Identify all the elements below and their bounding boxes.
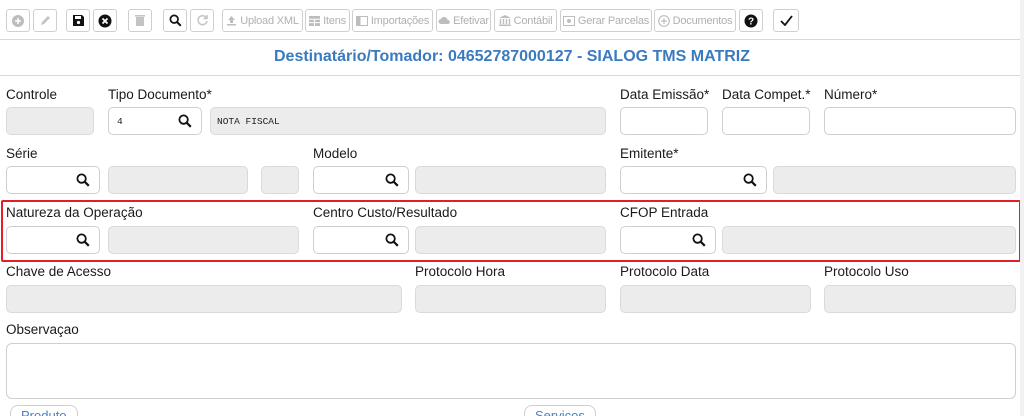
natureza-operacao-input[interactable] <box>6 226 100 254</box>
data-compet-input[interactable] <box>722 107 810 135</box>
efetivar-button[interactable]: Efetivar <box>436 9 491 32</box>
checkmark-icon <box>779 15 793 26</box>
modelo-description <box>415 166 606 194</box>
window-icon <box>355 15 368 26</box>
close-circle-icon <box>98 14 112 27</box>
refresh-icon <box>196 14 208 26</box>
bank-icon <box>498 15 511 26</box>
upload-xml-button[interactable]: Upload XML <box>222 9 303 32</box>
documentos-label: Documentos <box>672 14 733 27</box>
gerar-parcelas-button[interactable]: Gerar Parcelas <box>560 9 652 32</box>
confirm-button[interactable] <box>773 9 799 32</box>
importacoes-button[interactable]: Importações <box>352 9 433 32</box>
tipo-documento-description: NOTA FISCAL <box>210 107 606 135</box>
search-icon[interactable] <box>385 173 399 187</box>
importacoes-label: Importações <box>370 14 430 27</box>
cancel-button[interactable] <box>93 9 117 32</box>
protocolo-uso-field <box>824 285 1016 313</box>
controle-label: Controle <box>6 87 58 102</box>
cfop-entrada-description <box>722 226 1016 254</box>
serie-description <box>108 166 248 194</box>
search-icon[interactable] <box>178 114 192 128</box>
delete-button[interactable] <box>128 9 152 32</box>
tab-servicos[interactable]: Serviços <box>524 405 596 416</box>
emitente-input[interactable] <box>620 166 767 194</box>
save-icon <box>72 15 84 26</box>
centro-custo-description <box>415 226 606 254</box>
pencil-icon <box>40 16 50 25</box>
upload-xml-label: Upload XML <box>240 14 299 27</box>
add-icon <box>12 14 24 27</box>
search-icon[interactable] <box>76 173 90 187</box>
observacao-textarea[interactable] <box>6 343 1016 399</box>
plus-circle-icon <box>657 14 670 27</box>
upload-icon <box>227 16 237 26</box>
refresh-button[interactable] <box>190 9 214 32</box>
emitente-label: Emitente* <box>620 146 679 161</box>
protocolo-uso-label: Protocolo Uso <box>824 264 909 279</box>
controle-field <box>6 107 94 135</box>
centro-custo-input[interactable] <box>313 226 409 254</box>
search-icon[interactable] <box>76 233 90 247</box>
modelo-label: Modelo <box>313 146 358 161</box>
itens-button[interactable]: Itens <box>305 9 350 32</box>
contabil-button[interactable]: Contábil <box>494 9 557 32</box>
protocolo-hora-label: Protocolo Hora <box>415 264 506 279</box>
search-button[interactable] <box>163 9 187 32</box>
natureza-operacao-description <box>108 226 299 254</box>
page-title: Destinatário/Tomador: 04652787000127 - S… <box>274 48 750 65</box>
serie-input[interactable] <box>6 166 100 194</box>
search-icon <box>169 14 182 27</box>
tipo-documento-code: 4 <box>117 116 123 127</box>
money-icon <box>562 15 575 26</box>
search-icon[interactable] <box>692 233 706 247</box>
help-icon: ? <box>744 14 758 27</box>
data-emissao-input[interactable] <box>620 107 708 135</box>
serie-label: Série <box>6 146 38 161</box>
add-button[interactable] <box>6 9 30 32</box>
search-icon[interactable] <box>385 233 399 247</box>
contabil-label: Contábil <box>513 14 553 27</box>
tab-produto[interactable]: Produto <box>10 405 78 416</box>
search-icon[interactable] <box>743 173 757 187</box>
chave-acesso-label: Chave de Acesso <box>6 264 112 279</box>
tipo-documento-code-input[interactable]: 4 <box>108 107 202 135</box>
tipo-documento-label: Tipo Documento* <box>108 87 212 102</box>
cfop-entrada-label: CFOP Entrada <box>620 205 709 220</box>
edit-button[interactable] <box>33 9 57 32</box>
data-compet-label: Data Compet.* <box>722 87 811 102</box>
table-icon <box>309 15 321 26</box>
cfop-entrada-input[interactable] <box>620 226 716 254</box>
cloud-icon <box>438 17 450 24</box>
data-emissao-label: Data Emissão* <box>620 87 710 102</box>
protocolo-data-field <box>620 285 811 313</box>
tipo-documento-description-value: NOTA FISCAL <box>217 116 280 127</box>
gerar-parcelas-label: Gerar Parcelas <box>577 14 650 27</box>
toolbar: Upload XML Itens Importações Efetivar Co… <box>0 0 1024 40</box>
serie-extra <box>261 166 299 194</box>
protocolo-data-label: Protocolo Data <box>620 264 710 279</box>
emitente-description <box>773 166 1016 194</box>
documentos-button[interactable]: Documentos <box>654 9 736 32</box>
trash-icon <box>135 15 145 26</box>
numero-label: Número* <box>824 87 878 102</box>
numero-input[interactable] <box>824 107 1016 135</box>
save-button[interactable] <box>66 9 90 32</box>
efetivar-label: Efetivar <box>453 14 489 27</box>
svg-text:?: ? <box>748 16 754 27</box>
observacao-label: Observaçao <box>6 322 79 337</box>
natureza-operacao-label: Natureza da Operação <box>6 205 143 220</box>
protocolo-hora-field <box>415 285 606 313</box>
divider <box>0 75 1024 76</box>
chave-acesso-field <box>6 285 402 313</box>
modelo-input[interactable] <box>313 166 409 194</box>
help-button[interactable]: ? <box>739 9 763 32</box>
itens-label: Itens <box>323 14 346 27</box>
scrollbar[interactable] <box>1020 0 1024 416</box>
centro-custo-label: Centro Custo/Resultado <box>313 205 458 220</box>
